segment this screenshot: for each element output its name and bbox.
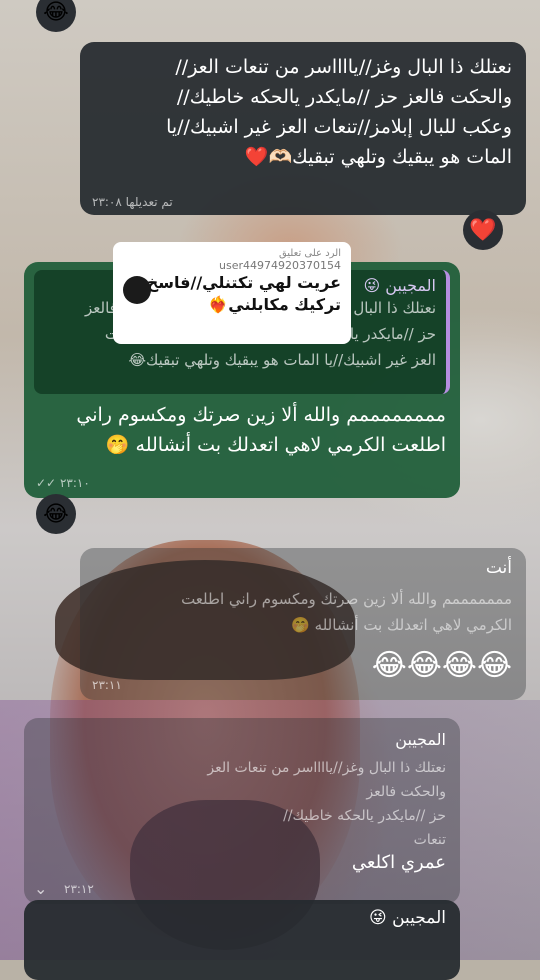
reaction-laugh-2[interactable]: 😂 (36, 494, 76, 534)
message-bubble-5[interactable]: المجيبن 😜 (24, 900, 460, 980)
message-bubble-3[interactable]: أنت مممممممم والله ألا زين صرتك ومكسوم ر… (80, 548, 526, 700)
message-1-line: وعكب للبال إبلامز//تنعات العز غير اشبيك/… (166, 116, 512, 138)
comment-line: عريت لهي تكتنلي//فاسخ (146, 273, 341, 292)
quote-sender: المجيبن (395, 730, 446, 749)
message-4-timestamp: ٢٣:١٢ (64, 882, 94, 896)
sender-name: المجيبن 😜 (368, 908, 446, 928)
message-bubble-4[interactable]: المجيبن نعتلك ذا البال وغز//يااااسر من ت… (24, 718, 460, 904)
message-2-text: ممممممممم والله ألا زين صرتك ومكسوم راني… (36, 400, 446, 460)
message-bubble-1[interactable]: نعتلك ذا البال وغز//يااااسر من تنعات الع… (80, 42, 526, 215)
quoted-message[interactable]: مممممممم والله ألا زين صرتك ومكسوم راني … (102, 586, 512, 638)
quote-line: والحكت فالعز (366, 784, 446, 800)
reply-label: الرد على تعليق (278, 248, 341, 259)
sender-name: أنت (485, 558, 512, 578)
message-2-line: ممممممممم والله ألا زين صرتك ومكسوم راني (76, 404, 446, 426)
message-1-text: نعتلك ذا البال وغز//يااااسر من تنعات الع… (94, 52, 512, 172)
emoji-message: 😂😂😂😂 (371, 648, 512, 683)
quote-line: نعتلك ذا البال وغز//يااااسر من تنعات الع… (207, 760, 446, 776)
reply-username: user44974920370154 (219, 259, 341, 272)
reaction-heart[interactable]: ❤️ (463, 210, 503, 250)
edited-timestamp: تم تعديلها ٢٣:٠٨ (92, 195, 173, 209)
laugh-icon: 😂 (43, 0, 69, 25)
message-4-text: عمري اكلعي (351, 852, 446, 873)
reply-comment: عريت لهي تكتنلي//فاسخ تركيك مكابلني❤️‍🔥 (123, 272, 341, 316)
quote-line: حز //مايكدر يالحكه خاطيك// (283, 808, 446, 824)
quoted-message[interactable]: نعتلك ذا البال وغز//يااااسر من تنعات الع… (207, 756, 446, 852)
message-2-line: اطلعت الكرمي لاهي اتعدلك بت أنشالله 🤭 (105, 434, 446, 456)
quote-line: العز غير اشبيك//يا المات هو يبقيك وتلهي … (128, 351, 436, 369)
message-1-line: المات هو يبقيك وتلهي تبقيك🫶🏻❤️ (244, 146, 512, 168)
message-2-timestamp: ٢٣:١٠ ✓✓ (36, 476, 90, 490)
tiktok-reply-card: الرد على تعليق user44974920370154 عريت ل… (113, 242, 351, 344)
quote-line: الكرمي لاهي اتعدلك بت أنشالله 🤭 (291, 616, 512, 634)
laugh-icon: 😂 (43, 501, 69, 527)
heart-icon: ❤️ (469, 217, 497, 243)
message-1-line: والحكت فالعز حز //مايكدر يالحكه خاطيك// (176, 86, 512, 108)
message-1-line: نعتلك ذا البال وغز//يااااسر من تنعات الع… (175, 56, 512, 78)
quote-line: تنعات (413, 832, 446, 848)
scroll-down-icon[interactable]: ⌄ (34, 879, 47, 898)
message-3-timestamp: ٢٣:١١ (92, 678, 122, 692)
quote-line: مممممممم والله ألا زين صرتك ومكسوم راني … (181, 590, 512, 608)
avatar (123, 276, 151, 304)
comment-line: تركيك مكابلني❤️‍🔥 (208, 295, 341, 314)
